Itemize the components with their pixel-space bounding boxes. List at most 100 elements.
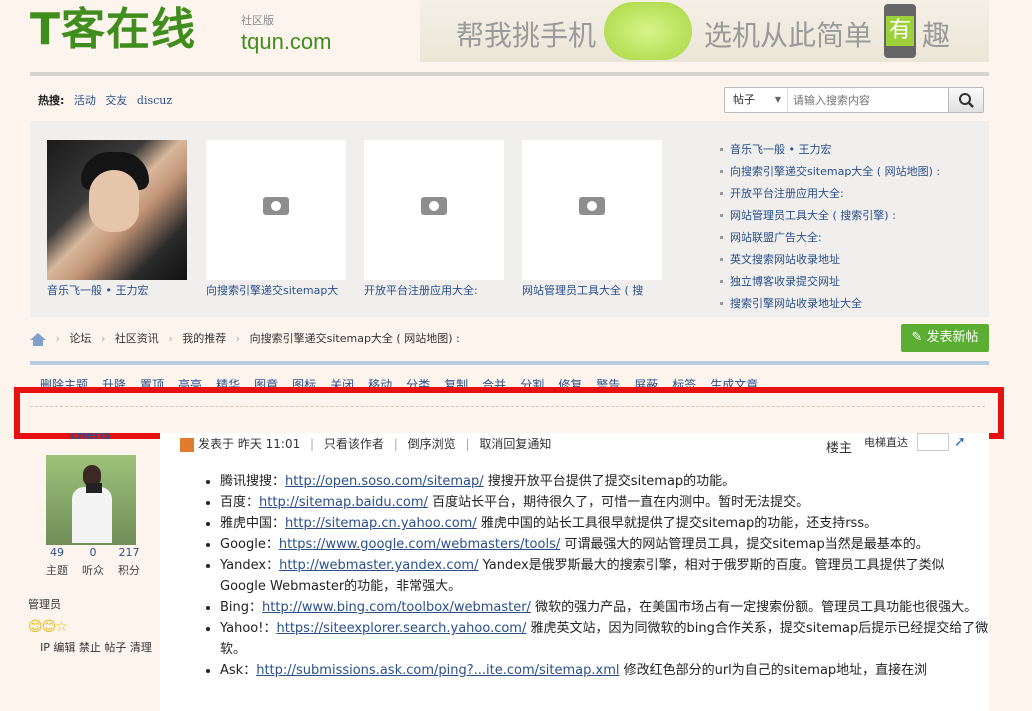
logo-edition: 社区版 (241, 14, 274, 27)
featured-image[interactable] (364, 140, 504, 280)
featured-link[interactable]: 英文搜索网站收录地址 (730, 253, 840, 266)
list-item: Yandex：http://webmaster.yandex.com/ Yand… (220, 555, 990, 597)
featured-image[interactable] (47, 140, 187, 280)
featured-link[interactable]: 音乐飞一般 • 王力宏 (730, 143, 831, 156)
breadcrumb-current[interactable]: 向搜索引擎递交sitemap大全 ( 网站地图) : (250, 332, 460, 345)
search-button[interactable] (948, 88, 983, 112)
speech-bubble-graphic (604, 2, 692, 60)
logo-text: T客在线 (30, 4, 197, 55)
stat-value: 0 (89, 546, 97, 559)
new-post-label: 发表新帖 (926, 330, 979, 345)
only-author-link[interactable]: 只看该作者 (324, 437, 384, 451)
section-divider (30, 361, 989, 365)
hot-search-link[interactable]: 交友 (105, 94, 127, 107)
author-stat[interactable]: 0 听众 (78, 546, 108, 578)
entry-url[interactable]: https://siteexplorer.search.yahoo.com/ (276, 621, 526, 636)
avatar[interactable] (46, 455, 136, 545)
entry-desc: 搜搜开放平台提供了提交sitemap的功能。 (483, 474, 736, 489)
chevron-down-icon: ▼ (774, 95, 781, 104)
phone-icon: 有 (884, 4, 916, 58)
author-name[interactable]: cheris (70, 433, 111, 442)
breadcrumb-separator: › (100, 332, 106, 345)
search-scope-select[interactable]: 帖子 ▼ (725, 88, 788, 112)
breadcrumb: › 论坛 › 社区资讯 › 我的推荐 › 向搜索引擎递交sitemap大全 ( … (30, 330, 460, 346)
featured-link-list: 音乐飞一般 • 王力宏 向搜索引擎递交sitemap大全 ( 网站地图) : 开… (720, 144, 940, 320)
list-item: 雅虎中国：http://sitemap.cn.yahoo.com/ 雅虎中国的站… (220, 513, 990, 534)
camera-icon (421, 197, 447, 215)
separator: | (465, 437, 470, 451)
entry-name: Bing： (220, 600, 263, 615)
entry-url[interactable]: http://sitemap.baidu.com/ (259, 495, 428, 510)
featured-image[interactable] (206, 140, 346, 280)
featured-caption[interactable]: 开放平台注册应用大全: (364, 282, 514, 298)
floor-label: 楼主 (826, 441, 853, 456)
banner-end-text: 趣 (922, 19, 951, 52)
avatar-detail (86, 483, 102, 493)
entry-name: 百度： (220, 495, 260, 510)
entry-url[interactable]: http://submissions.ask.com/ping?...ite.c… (256, 663, 619, 678)
home-icon[interactable] (30, 332, 46, 346)
entry-name: Google： (220, 537, 279, 552)
breadcrumb-link[interactable]: 社区资讯 (115, 332, 159, 345)
hot-search-link[interactable]: 活动 (74, 94, 96, 107)
header-divider (30, 72, 989, 76)
featured-link[interactable]: 网站联盟广告大全: (730, 231, 822, 244)
post-header: 发表于 昨天 11:01 | 只看该作者 | 倒序浏览 | 取消回复通知 (180, 435, 551, 452)
featured-caption[interactable]: 向搜索引擎递交sitemap大 (206, 282, 356, 298)
cancel-notify-link[interactable]: 取消回复通知 (479, 437, 551, 451)
search-scope-value: 帖子 (733, 93, 755, 106)
author-sidebar: cheris 49 主题 0 听众 217 积分 管理员 😊😊☆ IP 编辑 禁… (28, 433, 158, 711)
author-stat[interactable]: 49 主题 (42, 546, 72, 578)
hot-search-link[interactable]: discuz (137, 94, 172, 107)
entry-desc: 百度站长平台，期待很久了，可惜一直在内测中。暂时无法提交。 (427, 495, 810, 510)
featured-caption[interactable]: 网站管理员工具大全 ( 搜 (522, 282, 672, 298)
post-body: 发表于 昨天 11:01 | 只看该作者 | 倒序浏览 | 取消回复通知 楼主 … (160, 433, 989, 711)
post-content: 腾讯搜搜：http://open.soso.com/sitemap/ 搜搜开放平… (200, 471, 990, 681)
featured-link[interactable]: 开放平台注册应用大全: (730, 187, 844, 200)
list-item: 向搜索引擎递交sitemap大全 ( 网站地图) : (720, 166, 940, 188)
list-item: 英文搜索网站收录地址 (720, 254, 940, 276)
featured-image[interactable] (522, 140, 662, 280)
author-stat[interactable]: 217 积分 (114, 546, 144, 578)
entry-desc: 可谓最强大的网站管理员工具，提交sitemap当然是最基本的。 (560, 537, 929, 552)
featured-link[interactable]: 网站管理员工具大全 ( 搜索引擎) : (730, 209, 896, 222)
breadcrumb-link[interactable]: 我的推荐 (182, 332, 226, 345)
list-item: 搜索引擎网站收录地址大全 (720, 298, 940, 320)
featured-caption[interactable]: 音乐飞一般 • 王力宏 (47, 282, 197, 298)
list-item: 腾讯搜搜：http://open.soso.com/sitemap/ 搜搜开放平… (220, 471, 990, 492)
entry-url[interactable]: http://www.bing.com/toolbox/webmaster/ (262, 600, 531, 615)
list-item: Bing：http://www.bing.com/toolbox/webmast… (220, 597, 990, 618)
floor-jump-input[interactable] (917, 433, 949, 451)
reverse-order-link[interactable]: 倒序浏览 (408, 437, 456, 451)
new-post-button[interactable]: ✎ 发表新帖 (901, 324, 989, 352)
list-item: 网站管理员工具大全 ( 搜索引擎) : (720, 210, 940, 232)
featured-link[interactable]: 独立博客收录提交网址 (730, 275, 840, 288)
entry-url[interactable]: https://www.google.com/webmasters/tools/ (279, 537, 560, 552)
list-item: 开放平台注册应用大全: (720, 188, 940, 210)
author-role[interactable]: 管理员 (28, 596, 61, 612)
entry-name: Yahoo!： (220, 621, 277, 636)
featured-panel: 音乐飞一般 • 王力宏 向搜索引擎递交sitemap大 开放平台注册应用大全: … (30, 121, 989, 317)
list-item: 音乐飞一般 • 王力宏 (720, 144, 940, 166)
list-item: Ask：http://submissions.ask.com/ping?...i… (220, 660, 990, 681)
entry-name: Ask： (220, 663, 257, 678)
featured-link[interactable]: 向搜索引擎递交sitemap大全 ( 网站地图) : (730, 165, 940, 178)
logo-domain: tqun.com (241, 29, 332, 54)
ad-banner[interactable]: 帮我挑手机 选机从此简单 有 趣 (420, 0, 989, 62)
stat-value: 217 (118, 546, 140, 559)
featured-link[interactable]: 搜索引擎网站收录地址大全 (730, 297, 862, 310)
entry-desc: 雅虎中国的站长工具很早就提供了提交sitemap的功能，还支持rss。 (476, 516, 878, 531)
go-arrow-icon[interactable]: ➚ (954, 434, 966, 450)
entry-url[interactable]: http://webmaster.yandex.com/ (279, 558, 478, 573)
breadcrumb-link[interactable]: 论坛 (69, 332, 91, 345)
list-item: 网站联盟广告大全: (720, 232, 940, 254)
banner-right-text: 选机从此简单 (704, 19, 873, 52)
entry-url[interactable]: http://sitemap.cn.yahoo.com/ (285, 516, 477, 531)
stat-value: 49 (50, 546, 64, 559)
author-mod-links[interactable]: IP 编辑 禁止 帖子 清理 (34, 640, 158, 656)
photo-detail (89, 170, 139, 232)
search-input[interactable] (791, 90, 945, 111)
list-item: 独立博客收录提交网址 (720, 276, 940, 298)
list-item: Yahoo!：https://siteexplorer.search.yahoo… (220, 618, 990, 660)
entry-url[interactable]: http://open.soso.com/sitemap/ (285, 474, 484, 489)
